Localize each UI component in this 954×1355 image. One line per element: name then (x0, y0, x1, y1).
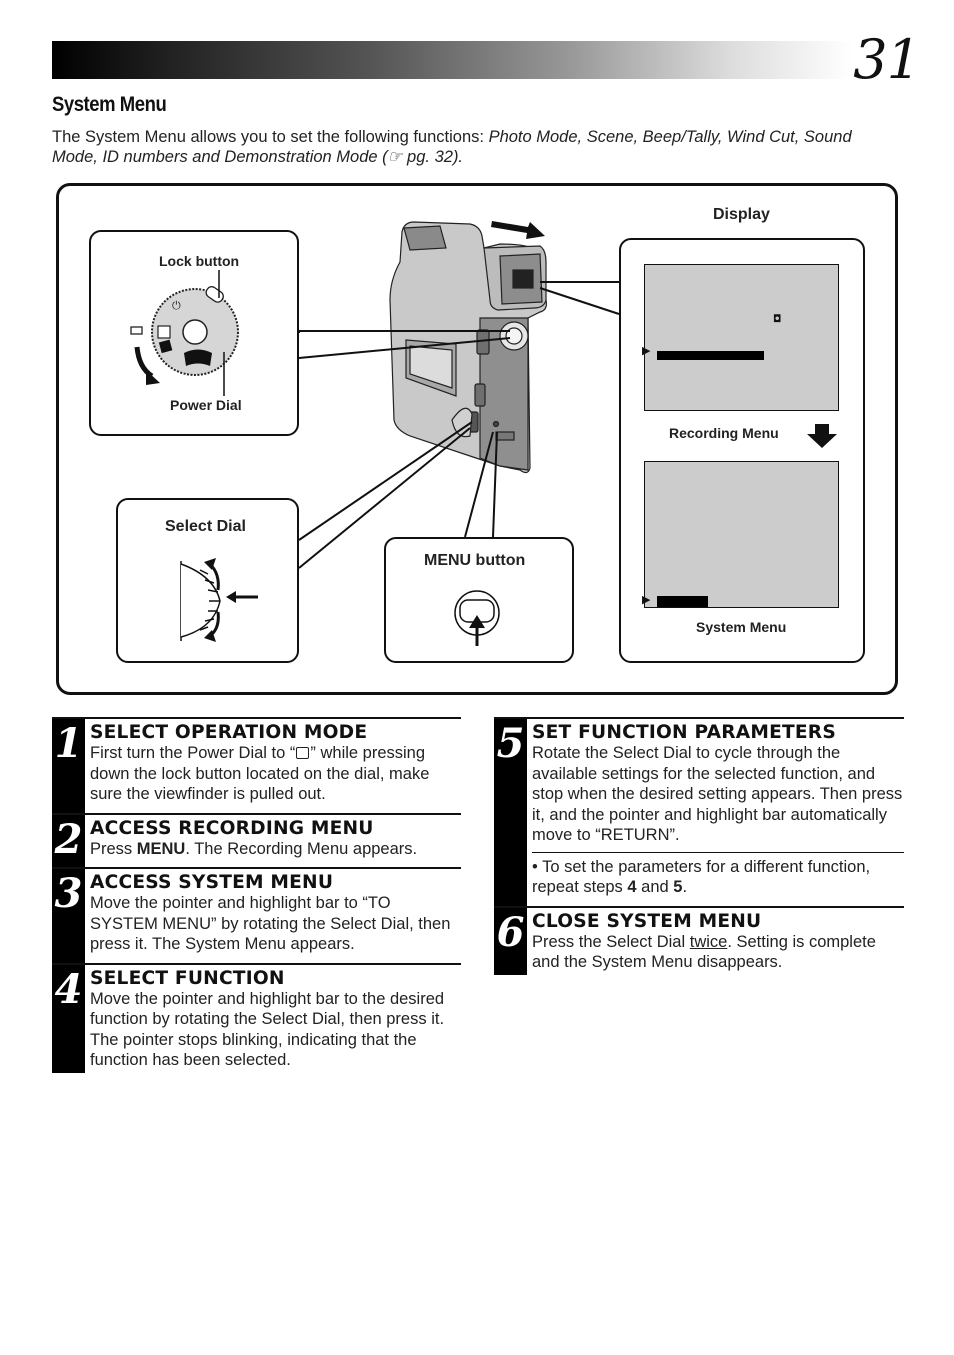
page-number: 31 (853, 28, 921, 91)
section-title: System Menu (52, 93, 167, 116)
cassette-icon: ◘ (773, 314, 782, 325)
step-number: 3 (54, 870, 83, 917)
step-title: SET FUNCTION PARAMETERS (532, 721, 836, 743)
step-4: 4 SELECT FUNCTION Move the pointer and h… (52, 962, 461, 1073)
step-number: 5 (496, 720, 525, 767)
system-menu-label: System Menu (696, 619, 787, 635)
step-title: CLOSE SYSTEM MENU (532, 909, 762, 932)
display-title: Display (713, 206, 770, 223)
step-text: Press the Select Dial twice. Setting is … (532, 932, 876, 972)
blinking-pointer-icon: ▶ (642, 593, 651, 606)
system-menu-screen: ▶ (642, 461, 839, 608)
step-6: 6 CLOSE SYSTEM MENU Press the Select Dia… (494, 905, 904, 975)
step-number: 4 (54, 965, 83, 1013)
power-dial-label: Power Dial (170, 397, 242, 413)
step-text: Rotate the Select Dial to cycle through … (532, 744, 903, 844)
page-reference-link[interactable]: pg. 32 (402, 148, 453, 166)
recording-menu-label: Recording Menu (669, 425, 779, 441)
intro-lead: The System Menu allows you to set the fo… (52, 128, 489, 146)
step-number: 1 (54, 720, 83, 767)
camera-mode-icon (296, 747, 310, 759)
step-5: 5 SET FUNCTION PARAMETERS Rotate the Sel… (494, 717, 904, 906)
recording-menu-screen: ◘ ▶ (642, 264, 839, 411)
step-text: Move the pointer and highlight bar to th… (90, 989, 445, 1070)
steps-left-column: 1 SELECT OPERATION MODE First turn the P… (52, 717, 461, 1073)
step-number: 6 (496, 908, 525, 956)
menu-button-label: MENU button (424, 552, 526, 569)
select-dial-label: Select Dial (165, 518, 246, 535)
step-title: ACCESS RECORDING MENU (90, 816, 374, 839)
step-text: First turn the Power Dial to “” while pr… (90, 744, 430, 803)
step-note: • To set the parameters for a different … (532, 851, 904, 898)
step-number: 2 (54, 815, 83, 863)
step-title: SELECT FUNCTION (90, 966, 285, 989)
recording-highlight-bar (657, 351, 764, 360)
step-text: Move the pointer and highlight bar to “T… (90, 894, 451, 953)
pointing-hand-icon: ☞ (387, 148, 403, 166)
step-1: 1 SELECT OPERATION MODE First turn the P… (52, 717, 461, 813)
intro-paragraph: The System Menu allows you to set the fo… (52, 128, 852, 166)
step-title: SELECT OPERATION MODE (90, 721, 368, 743)
blinking-pointer-icon: ▶ (642, 344, 651, 357)
header-gradient-bar (52, 41, 852, 79)
step-3: 3 ACCESS SYSTEM MENU Move the pointer an… (52, 867, 461, 963)
step-2: 2 ACCESS RECORDING MENU Press MENU. The … (52, 812, 461, 867)
step-text: Press MENU. The Recording Menu appears. (90, 839, 418, 858)
system-highlight-bar (657, 596, 708, 607)
step-title: ACCESS SYSTEM MENU (90, 871, 334, 893)
lock-button-label: Lock button (159, 253, 240, 269)
steps-right-column: 5 SET FUNCTION PARAMETERS Rotate the Sel… (494, 717, 904, 975)
